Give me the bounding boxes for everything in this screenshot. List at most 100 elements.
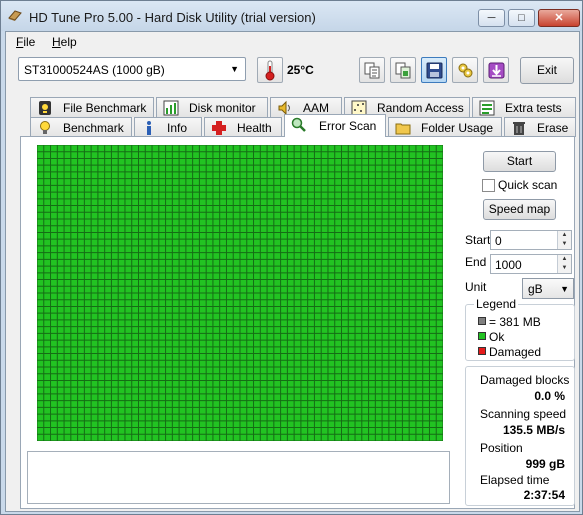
position-value: 999 gB: [525, 457, 565, 471]
temperature-button[interactable]: [257, 57, 283, 83]
tab-disk-monitor[interactable]: Disk monitor: [156, 97, 268, 117]
menu-help-accel: H: [52, 35, 61, 49]
quick-scan-checkbox[interactable]: [482, 179, 495, 192]
start-input[interactable]: 0 ▲ ▼: [490, 230, 572, 250]
tab-label: File Benchmark: [63, 101, 147, 115]
save-button[interactable]: [421, 57, 447, 83]
drive-select[interactable]: ST31000524AS (1000 gB) ▼: [18, 57, 246, 81]
unit-select[interactable]: gB ▼: [522, 278, 574, 299]
speed-map-button[interactable]: Speed map: [483, 199, 556, 220]
start-field-label: Start: [465, 233, 491, 247]
info-icon: [147, 121, 151, 135]
menu-help[interactable]: Help: [52, 35, 77, 49]
tab-label: AAM: [303, 101, 330, 115]
spin-up-icon[interactable]: ▲: [557, 231, 571, 240]
scan-grid-lines: [37, 145, 443, 441]
spin-down-icon[interactable]: ▼: [557, 264, 571, 273]
tab-extra-tests[interactable]: Extra tests: [472, 97, 576, 117]
scanning-speed-value: 135.5 MB/s: [502, 423, 565, 437]
close-icon: ✕: [554, 12, 564, 24]
block-swatch: [478, 317, 486, 325]
scanning-speed-label: Scanning speed: [480, 407, 567, 421]
start-button[interactable]: Start: [483, 151, 556, 172]
magnifier-icon: [291, 117, 306, 132]
save-icon: [426, 62, 443, 79]
start-input-value: 0: [495, 234, 502, 248]
tab-label: Random Access: [377, 101, 464, 115]
damaged-blocks-label: Damaged blocks: [480, 373, 570, 387]
tab-label: Folder Usage: [421, 121, 494, 135]
app-window: HD Tune Pro 5.00 - Hard Disk Utility (tr…: [0, 0, 583, 515]
ok-swatch: [478, 332, 486, 340]
tab-label: Extra tests: [505, 101, 562, 115]
menu-help-rest: elp: [60, 35, 77, 49]
menu-bar: File Help: [6, 32, 579, 52]
elapsed-time-value: 2:37:54: [523, 488, 565, 502]
tab-benchmark[interactable]: Benchmark: [30, 117, 132, 137]
end-input-value: 1000: [495, 258, 522, 272]
error-scan-panel: Start Quick scan Speed map Start 0 ▲ ▼ E…: [20, 136, 575, 509]
menu-file[interactable]: File: [16, 35, 35, 49]
menu-file-rest: ile: [23, 35, 36, 49]
tab-label: Erase: [537, 121, 569, 135]
scan-block-map: [37, 145, 443, 441]
quick-scan-label: Quick scan: [498, 178, 558, 192]
lightbulb-icon: [40, 121, 50, 134]
chevron-down-icon: ▼: [230, 64, 239, 74]
end-field-label: End: [465, 255, 487, 269]
extra-tests-icon: [479, 100, 495, 116]
spin-up-icon[interactable]: ▲: [557, 255, 571, 264]
scan-log-box: [27, 451, 450, 504]
app-logo-icon: [8, 10, 22, 21]
legend-title: Legend: [474, 297, 519, 311]
scan-block-grid: [37, 145, 443, 441]
main-client-area: File Help ST31000524AS (1000 gB) ▼ 25°C: [5, 31, 580, 512]
copy-text-icon: [364, 62, 380, 79]
temperature-value: 25°C: [287, 63, 314, 77]
spin-down-icon[interactable]: ▼: [557, 240, 571, 249]
trash-icon: [513, 122, 525, 135]
copy-screenshot-icon: [395, 62, 411, 79]
title-bar[interactable]: HD Tune Pro 5.00 - Hard Disk Utility (tr…: [1, 1, 582, 31]
copy-screenshot-button[interactable]: [390, 57, 416, 83]
position-label: Position: [480, 441, 523, 455]
damaged-swatch: [478, 347, 486, 355]
maximize-button[interactable]: □: [508, 9, 535, 27]
options-button[interactable]: [452, 57, 478, 83]
damaged-blocks-value: 0.0 %: [534, 389, 565, 403]
tab-label: Health: [237, 121, 272, 135]
legend-ok-text: Ok: [489, 330, 505, 344]
tab-info[interactable]: Info: [134, 117, 202, 137]
download-button[interactable]: [483, 57, 509, 83]
tab-erase[interactable]: Erase: [504, 117, 576, 137]
legend-group: Legend = 381 MB Ok Damaged: [465, 297, 575, 361]
file-benchmark-icon: [39, 101, 51, 115]
legend-block-size-text: = 381 MB: [489, 315, 541, 329]
drive-select-value: ST31000524AS (1000 gB): [24, 63, 165, 77]
minimize-button[interactable]: ─: [478, 9, 505, 27]
tab-folder-usage[interactable]: Folder Usage: [388, 117, 502, 137]
minimize-icon: ─: [487, 12, 496, 24]
tab-label: Disk monitor: [189, 101, 256, 115]
end-input[interactable]: 1000 ▲ ▼: [490, 254, 572, 274]
tab-error-scan[interactable]: Error Scan: [284, 114, 386, 137]
unit-label: Unit: [465, 280, 487, 294]
scan-stats-box: Damaged blocks 0.0 % Scanning speed 135.…: [465, 366, 575, 506]
maximize-icon: □: [518, 12, 525, 24]
thermometer-icon: [265, 60, 275, 81]
chevron-down-icon: ▼: [560, 284, 569, 294]
unit-select-value: gB: [528, 282, 543, 296]
copy-text-button[interactable]: [359, 57, 385, 83]
tab-health[interactable]: Health: [204, 117, 282, 137]
close-button[interactable]: ✕: [538, 9, 580, 27]
health-cross-icon: [212, 121, 226, 135]
download-icon: [488, 62, 505, 79]
tab-label: Info: [167, 121, 188, 135]
exit-button[interactable]: Exit: [520, 57, 574, 84]
tab-label: Benchmark: [63, 121, 124, 135]
elapsed-time-label: Elapsed time: [480, 473, 550, 487]
folder-icon: [395, 123, 411, 135]
tab-file-benchmark[interactable]: File Benchmark: [30, 97, 154, 117]
disk-monitor-icon: [163, 100, 179, 116]
options-icon: [458, 63, 473, 78]
